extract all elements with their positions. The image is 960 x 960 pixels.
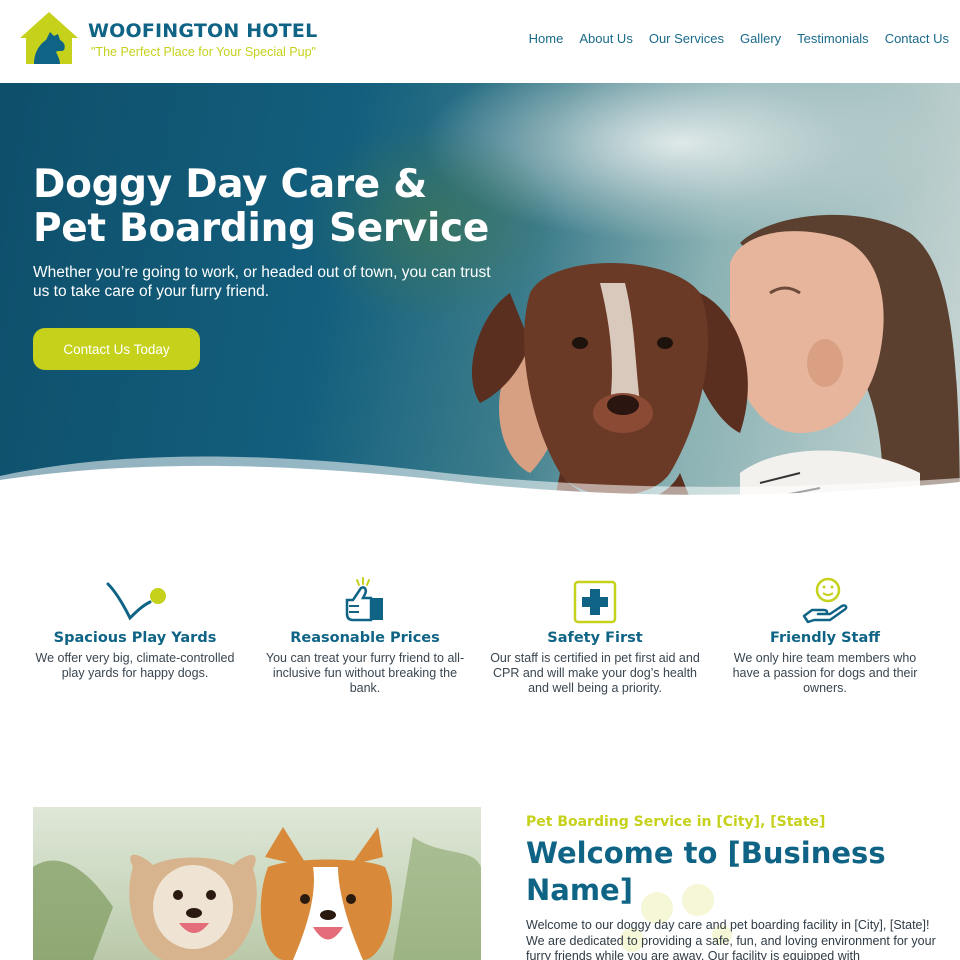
nav-gallery[interactable]: Gallery <box>740 31 781 46</box>
features-row: Spacious Play Yards We offer very big, c… <box>20 568 940 696</box>
feature-title: Spacious Play Yards <box>53 630 217 646</box>
feature-play-yards: Spacious Play Yards We offer very big, c… <box>20 568 250 696</box>
caring-hand-icon <box>802 577 848 624</box>
hero-subtitle: Whether you’re going to work, or headed … <box>33 264 491 300</box>
hero-bottom-wave <box>0 456 960 520</box>
welcome-title: Welcome to [Business Name] <box>526 836 886 907</box>
site-header: WOOFINGTON HOTEL "The Perfect Place for … <box>0 0 960 83</box>
feature-safety: Safety First Our staff is certified in p… <box>480 568 710 696</box>
nav-about-us[interactable]: About Us <box>579 31 632 46</box>
brand-name: WOOFINGTON HOTEL <box>88 20 318 42</box>
nav-home[interactable]: Home <box>529 31 564 46</box>
welcome-photo-two-puppies <box>33 807 481 960</box>
feature-title: Safety First <box>547 630 643 646</box>
nav-testimonials[interactable]: Testimonials <box>797 31 869 46</box>
first-aid-icon <box>573 580 617 624</box>
hero-title-line-1: Doggy Day Care & <box>33 162 427 207</box>
welcome-text: Welcome to our doggy day care and pet bo… <box>526 918 936 960</box>
feature-text: We offer very big, climate-controlled pl… <box>35 651 235 680</box>
hero-title: Doggy Day Care & Pet Boarding Service <box>33 163 533 251</box>
thumbs-up-icon <box>345 577 383 622</box>
nav-our-services[interactable]: Our Services <box>649 31 724 46</box>
hero-title-line-2: Pet Boarding Service <box>33 206 490 251</box>
feature-title: Reasonable Prices <box>290 630 440 646</box>
contact-us-today-button[interactable]: Contact Us Today <box>33 328 200 370</box>
ball-throw-icon <box>106 582 166 621</box>
nav-contact-us[interactable]: Contact Us <box>885 31 949 46</box>
brand[interactable]: WOOFINGTON HOTEL "The Perfect Place for … <box>88 20 317 59</box>
feature-staff: Friendly Staff We only hire team members… <box>710 568 940 696</box>
feature-text: You can treat your furry friend to all-i… <box>265 651 465 695</box>
logo-icon[interactable] <box>20 12 78 64</box>
feature-text: We only hire team members who have a pas… <box>732 651 918 695</box>
feature-text: Our staff is certified in pet first aid … <box>490 651 700 695</box>
main-nav: Home About Us Our Services Gallery Testi… <box>529 31 949 46</box>
feature-prices: Reasonable Prices You can treat your fur… <box>250 568 480 696</box>
welcome-kicker: Pet Boarding Service in [City], [State] <box>526 814 826 830</box>
feature-title: Friendly Staff <box>769 630 880 646</box>
brand-tagline: "The Perfect Place for Your Special Pup" <box>91 45 316 59</box>
